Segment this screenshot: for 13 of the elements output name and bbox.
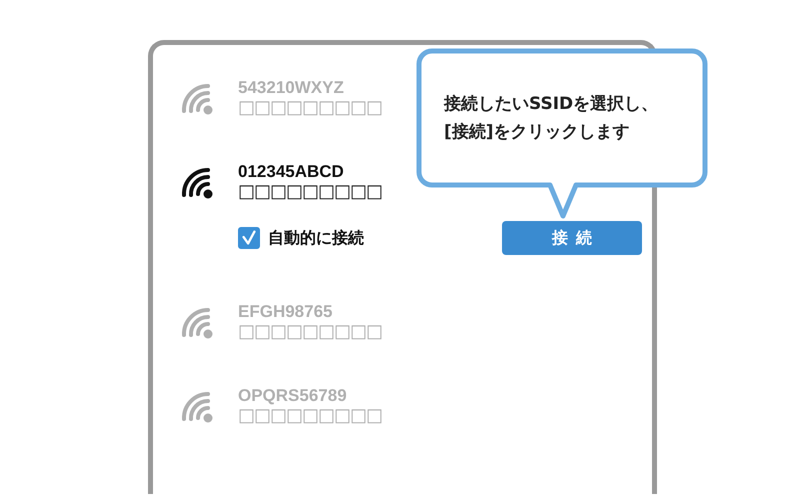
network-detail: □□□□□□□□□ xyxy=(238,322,382,342)
network-name[interactable]: EFGH98765 xyxy=(238,302,382,322)
network-name[interactable]: 543210WXYZ xyxy=(238,78,382,98)
network-detail: □□□□□□□□□ xyxy=(238,98,382,118)
network-name[interactable]: OPQRS56789 xyxy=(238,386,382,406)
network-name[interactable]: 012345ABCD xyxy=(238,162,382,182)
checkbox-label[interactable]: 自動的に接続 xyxy=(268,228,364,248)
network-detail: □□□□□□□□□ xyxy=(238,182,382,202)
auto-connect-checkbox[interactable]: 自動的に接続 xyxy=(238,227,364,249)
connect-button[interactable]: 接続 xyxy=(502,221,642,255)
checkbox-icon[interactable] xyxy=(238,227,260,249)
callout-text: 接続したいSSIDを選択し、 [接続]をクリックします xyxy=(444,93,658,144)
network-detail: □□□□□□□□□ xyxy=(238,406,382,426)
